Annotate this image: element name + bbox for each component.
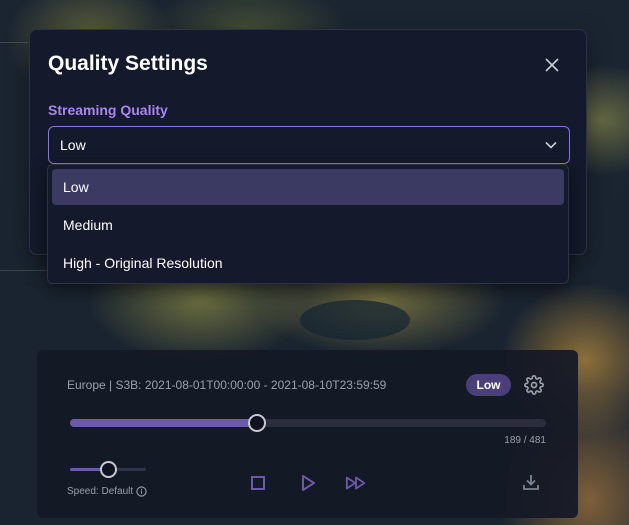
player-panel: Europe | S3B: 2021-08-01T00:00:00 - 2021… [37,350,578,518]
settings-button[interactable] [524,375,544,395]
info-icon[interactable] [136,486,147,497]
quality-options-list: Low Medium High - Original Resolution [47,164,569,284]
dataset-info: Europe | S3B: 2021-08-01T00:00:00 - 2021… [67,378,387,392]
dialog-title: Quality Settings [48,52,208,75]
speed-slider[interactable] [70,461,146,478]
option-high[interactable]: High - Original Resolution [52,245,564,281]
fast-forward-icon [345,476,366,490]
close-icon [545,58,559,72]
option-low[interactable]: Low [52,169,564,205]
play-button[interactable] [297,472,319,494]
download-button[interactable] [521,472,541,492]
chevron-down-icon [545,141,557,149]
timeline-progress [70,419,256,427]
option-medium[interactable]: Medium [52,207,564,243]
gear-icon [524,375,544,395]
frame-counter: 189 / 481 [504,435,546,446]
quality-badge[interactable]: Low [466,374,511,396]
streaming-quality-label: Streaming Quality [48,102,168,118]
speed-label-row: Speed: Default [67,486,147,497]
speed-handle[interactable] [100,461,117,478]
fast-forward-button[interactable] [345,472,367,494]
select-value: Low [60,137,86,153]
streaming-quality-select[interactable]: Low [48,126,570,164]
download-icon [523,475,539,490]
stop-icon [251,476,265,490]
timeline-handle[interactable] [247,414,266,432]
close-button[interactable] [542,55,562,75]
stop-button[interactable] [247,472,269,494]
speed-label: Speed: Default [67,486,134,497]
play-icon [302,475,315,491]
timeline-slider[interactable] [70,414,546,432]
